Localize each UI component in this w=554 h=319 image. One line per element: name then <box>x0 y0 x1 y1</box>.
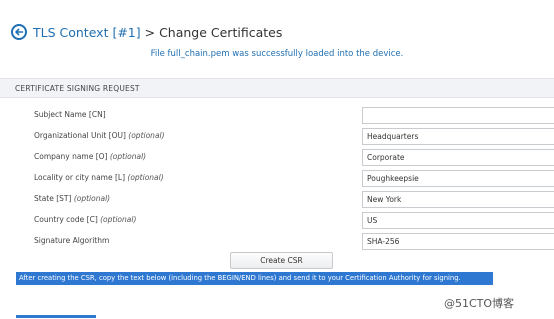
page-header: TLS Context [#1] > Change Certificates <box>11 22 282 42</box>
subject-name-label: Subject Name [CN] <box>34 110 106 119</box>
status-notice: File full_chain.pem was successfully loa… <box>150 49 404 59</box>
country-code-label: Country code [C] (optional) <box>34 215 137 224</box>
company-name-label: Company name [O] (optional) <box>34 152 147 161</box>
locality-label: Locality or city name [L] (optional) <box>34 173 164 182</box>
create-csr-button[interactable]: Create CSR <box>230 252 333 269</box>
organizational-unit-label: Organizational Unit [OU] (optional) <box>34 131 165 140</box>
back-arrow-icon[interactable] <box>11 24 27 40</box>
breadcrumb-context-link[interactable]: TLS Context [#1] <box>33 25 141 40</box>
subject-name-input[interactable] <box>362 107 554 124</box>
csr-section-header: CERTIFICATE SIGNING REQUEST <box>0 78 554 98</box>
watermark: @51CTO博客 <box>444 297 515 310</box>
csr-text-area-top-border <box>16 315 96 318</box>
signature-algorithm-select[interactable] <box>362 233 554 250</box>
state-label: State [ST] (optional) <box>34 194 111 203</box>
signature-algorithm-label: Signature Algorithm <box>34 236 110 245</box>
company-name-input[interactable] <box>362 149 554 166</box>
page-title-text: Change Certificates <box>159 24 283 40</box>
csr-instruction-text: After creating the CSR, copy the text be… <box>16 272 493 285</box>
country-code-input[interactable] <box>362 212 554 229</box>
organizational-unit-input[interactable] <box>362 128 554 145</box>
section-title: CERTIFICATE SIGNING REQUEST <box>15 84 140 93</box>
breadcrumb-separator: > <box>140 24 160 40</box>
locality-input[interactable] <box>362 170 554 187</box>
page-title: TLS Context [#1] > Change Certificates <box>33 25 282 40</box>
state-input[interactable] <box>362 191 554 208</box>
